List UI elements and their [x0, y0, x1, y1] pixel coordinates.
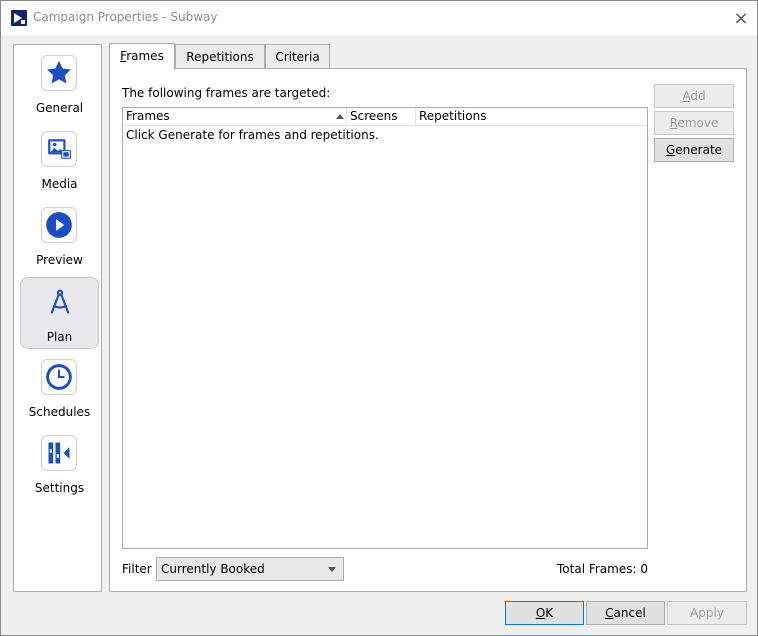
sidebar-item-schedules[interactable]: Schedules — [20, 353, 99, 425]
sidebar-item-plan[interactable]: Plan — [20, 277, 99, 349]
title-bar: Campaign Properties - Subway × — [1, 1, 757, 35]
sidebar-item-label: Preview — [36, 253, 83, 267]
frames-list[interactable]: Frames Screens Repetitions Click Generat… — [122, 107, 648, 549]
app-icon — [11, 10, 27, 26]
sidebar-item-general[interactable]: General — [20, 49, 99, 121]
settings-icon — [41, 435, 77, 471]
sidebar-item-label: Settings — [34, 481, 85, 495]
window-title: Campaign Properties - Subway — [33, 10, 218, 24]
column-screens[interactable]: Screens — [347, 108, 416, 126]
generate-button[interactable]: Generate — [654, 138, 734, 162]
tab-repetitions[interactable]: Repetitions — [175, 44, 265, 70]
filter-dropdown[interactable]: Currently Booked — [156, 557, 344, 581]
remove-button[interactable]: Remove — [654, 111, 734, 135]
chevron-down-icon — [328, 567, 336, 572]
clock-icon — [41, 359, 77, 395]
ok-button[interactable]: OK — [505, 601, 584, 625]
media-icon — [41, 131, 77, 167]
sidebar: General Media Preview Plan Schedules Set… — [13, 44, 102, 592]
sidebar-item-label: Schedules — [28, 405, 91, 419]
sidebar-item-label: Plan — [46, 330, 73, 344]
add-button[interactable]: Add — [654, 84, 734, 108]
frames-header-label: The following frames are targeted: — [122, 86, 331, 100]
cancel-button[interactable]: Cancel — [586, 601, 665, 625]
column-frames[interactable]: Frames — [123, 108, 347, 126]
dialog-window: Campaign Properties - Subway × General M… — [0, 0, 758, 636]
tab-criteria[interactable]: Criteria — [265, 44, 330, 70]
list-header: Frames Screens Repetitions — [123, 108, 647, 126]
star-icon — [41, 55, 77, 91]
filter-label: Filter — [122, 562, 152, 576]
compass-icon — [42, 284, 78, 320]
sort-ascending-icon — [336, 114, 344, 119]
apply-button[interactable]: Apply — [667, 601, 747, 625]
total-frames: Total Frames: 0 — [557, 562, 648, 576]
total-frames-value: 0 — [640, 562, 648, 576]
tab-frames[interactable]: Frames — [109, 43, 175, 70]
play-icon — [41, 207, 77, 243]
close-icon[interactable]: × — [727, 6, 755, 30]
sidebar-item-settings[interactable]: Settings — [20, 429, 99, 501]
sidebar-item-label: Media — [41, 177, 78, 191]
column-repetitions[interactable]: Repetitions — [416, 108, 647, 126]
sidebar-item-media[interactable]: Media — [20, 125, 99, 197]
empty-list-message: Click Generate for frames and repetition… — [126, 128, 379, 142]
sidebar-item-label: General — [35, 101, 84, 115]
sidebar-item-preview[interactable]: Preview — [20, 201, 99, 273]
